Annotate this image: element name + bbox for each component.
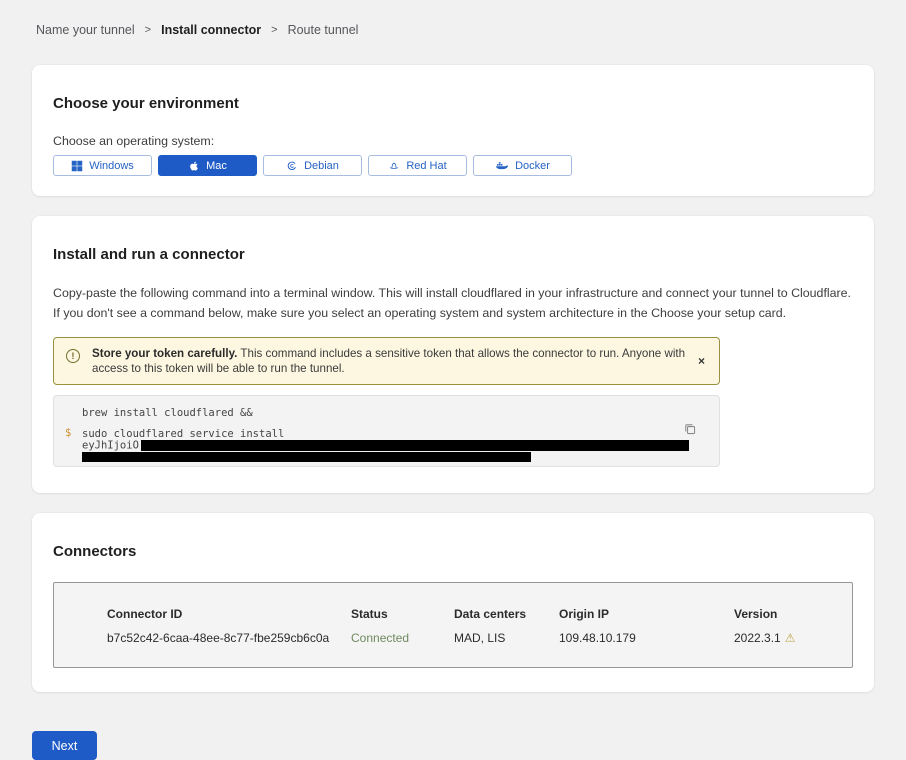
- command-line-1: brew install cloudflared &&: [82, 407, 691, 419]
- tunnel-setup-page: Name your tunnel > Install connector > R…: [0, 0, 906, 740]
- os-button-label: Debian: [304, 160, 339, 172]
- connectors-table: Connector ID Status Data centers Origin …: [53, 582, 853, 668]
- status-badge: Connected: [351, 631, 454, 645]
- os-button-label: Red Hat: [406, 160, 446, 172]
- os-button-label: Docker: [515, 160, 550, 172]
- install-connector-card: Install and run a connector Copy-paste t…: [32, 216, 874, 493]
- redacted-token-bar: [82, 452, 531, 462]
- close-icon[interactable]: ×: [696, 353, 707, 369]
- version-value: 2022.3.1⚠: [734, 631, 852, 645]
- breadcrumb-separator: >: [145, 24, 151, 36]
- breadcrumb-name-your-tunnel[interactable]: Name your tunnel: [36, 23, 135, 37]
- shell-prompt: $: [65, 427, 71, 439]
- token-warning-banner: ! Store your token carefully. This comma…: [53, 337, 720, 385]
- os-select-label: Choose an operating system:: [53, 134, 853, 148]
- install-connector-title: Install and run a connector: [53, 246, 853, 263]
- command-line-2: sudo cloudflared service install: [82, 428, 691, 440]
- origin-ip-value: 109.48.10.179: [559, 631, 734, 645]
- choose-environment-title: Choose your environment: [53, 95, 853, 112]
- copy-icon[interactable]: [683, 422, 697, 439]
- debian-icon: [286, 160, 298, 172]
- connectors-table-header: Connector ID Status Data centers Origin …: [107, 607, 852, 621]
- breadcrumb-install-connector[interactable]: Install connector: [161, 23, 261, 37]
- breadcrumb-separator: >: [271, 24, 277, 36]
- header-version: Version: [734, 607, 852, 621]
- data-centers-value: MAD, LIS: [454, 631, 559, 645]
- breadcrumb: Name your tunnel > Install connector > R…: [0, 0, 906, 37]
- header-connector-id: Connector ID: [107, 607, 351, 621]
- os-button-windows[interactable]: Windows: [53, 155, 152, 176]
- redacted-token-bar: [141, 440, 689, 451]
- os-button-mac[interactable]: Mac: [158, 155, 257, 176]
- docker-icon: [495, 160, 509, 171]
- connector-id-value: b7c52c42-6caa-48ee-8c77-fbe259cb6c0a: [107, 631, 351, 645]
- warning-text: Store your token carefully. This command…: [92, 346, 689, 376]
- table-row: b7c52c42-6caa-48ee-8c77-fbe259cb6c0a Con…: [107, 631, 852, 645]
- windows-icon: [71, 160, 83, 172]
- os-button-label: Windows: [89, 160, 134, 172]
- header-status: Status: [351, 607, 454, 621]
- token-line: eyJhIjoiO: [82, 440, 691, 452]
- choose-environment-card: Choose your environment Choose an operat…: [32, 65, 874, 196]
- warning-title: Store your token carefully.: [92, 347, 237, 360]
- token-prefix: eyJhIjoiO: [82, 440, 139, 452]
- redhat-icon: [388, 160, 400, 172]
- os-button-label: Mac: [206, 160, 227, 172]
- os-button-docker[interactable]: Docker: [473, 155, 572, 176]
- os-button-debian[interactable]: Debian: [263, 155, 362, 176]
- install-description: Copy-paste the following command into a …: [53, 283, 853, 323]
- header-origin-ip: Origin IP: [559, 607, 734, 621]
- apple-icon: [188, 160, 200, 172]
- os-button-group: Windows Mac Debian: [53, 155, 853, 176]
- warning-triangle-icon: ⚠: [785, 631, 796, 645]
- install-command-block: brew install cloudflared && $ sudo cloud…: [53, 395, 720, 467]
- os-button-redhat[interactable]: Red Hat: [368, 155, 467, 176]
- alert-circle-icon: !: [66, 349, 80, 363]
- connectors-card: Connectors Connector ID Status Data cent…: [32, 513, 874, 692]
- next-button[interactable]: Next: [32, 731, 97, 760]
- connectors-title: Connectors: [53, 543, 853, 560]
- breadcrumb-route-tunnel[interactable]: Route tunnel: [288, 23, 359, 37]
- header-data-centers: Data centers: [454, 607, 559, 621]
